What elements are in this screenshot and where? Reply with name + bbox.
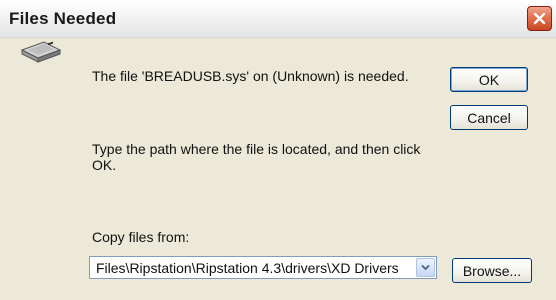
copy-files-from-label: Copy files from: bbox=[92, 229, 190, 245]
files-needed-dialog: Files Needed The file 'BREADUSB.sys' on … bbox=[0, 0, 556, 300]
copy-files-from-combobox[interactable]: Files\Ripstation\Ripstation 4.3\drivers\… bbox=[89, 256, 437, 279]
copy-files-from-value[interactable]: Files\Ripstation\Ripstation 4.3\drivers\… bbox=[96, 260, 412, 276]
browse-button[interactable]: Browse... bbox=[452, 258, 532, 283]
chevron-down-icon bbox=[421, 264, 430, 271]
close-button[interactable] bbox=[527, 6, 552, 31]
title-bar[interactable]: Files Needed bbox=[0, 0, 556, 38]
close-icon bbox=[533, 12, 546, 25]
dropdown-button[interactable] bbox=[416, 258, 435, 277]
instruction-text: Type the path where the file is located,… bbox=[92, 141, 421, 173]
window-title: Files Needed bbox=[9, 9, 117, 28]
disk-drive-icon bbox=[20, 41, 62, 63]
file-needed-message: The file 'BREADUSB.sys' on (Unknown) is … bbox=[92, 68, 409, 84]
cancel-button[interactable]: Cancel bbox=[450, 105, 528, 130]
ok-button[interactable]: OK bbox=[450, 67, 528, 92]
